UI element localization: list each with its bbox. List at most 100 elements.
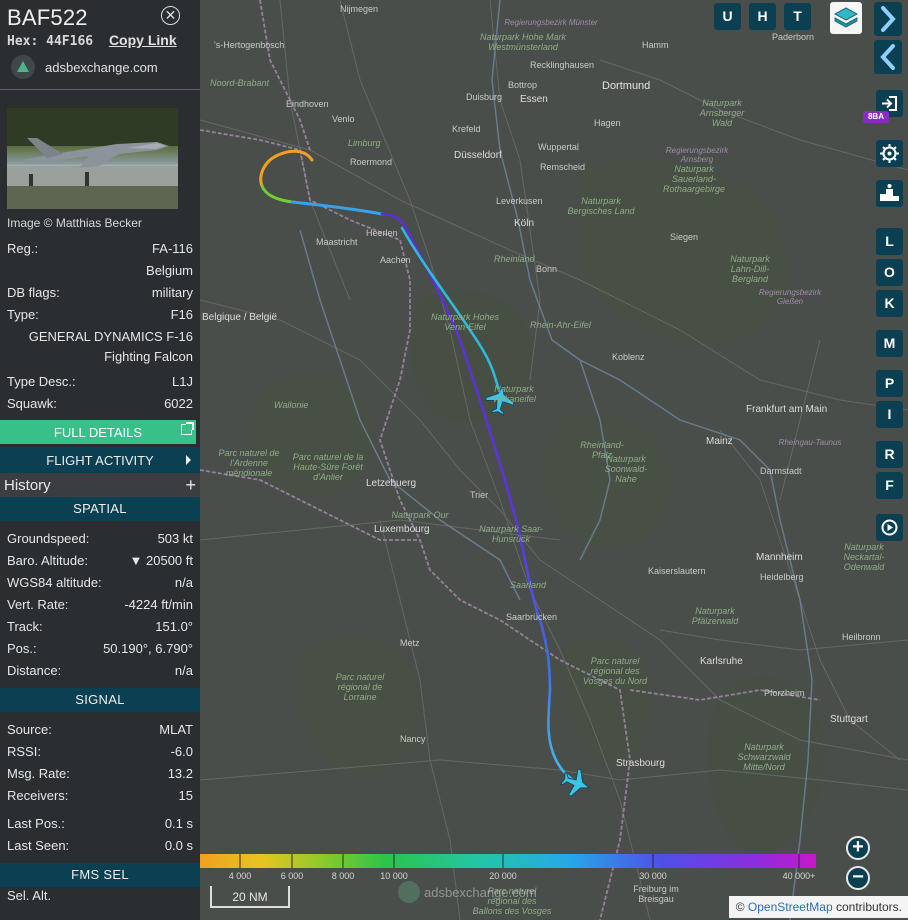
toggle-button-h[interactable]: H: [749, 3, 776, 30]
settings-button[interactable]: [876, 140, 903, 167]
altitude-legend-label: 6 000: [280, 871, 304, 881]
place-label: Saarland: [510, 580, 547, 590]
toggle-button-k[interactable]: K: [876, 290, 903, 317]
track-row: Track: 151.0°: [0, 615, 200, 637]
ranking-button[interactable]: [876, 180, 903, 207]
msg-rate-row: Msg. Rate: 13.2: [0, 762, 200, 784]
place-label: Letzebuerg: [366, 478, 417, 489]
place-label: Parc naturel de la Haute-Sûre Forêt d'An…: [292, 452, 364, 482]
place-label: Mainz: [706, 436, 733, 447]
place-label: Aachen: [380, 255, 411, 265]
openstreetmap-link[interactable]: OpenStreetMap: [748, 900, 833, 914]
watermark: adsbexchange.com: [398, 881, 537, 903]
position-row: Pos.: 50.190°, 6.790°: [0, 637, 200, 659]
receivers-row: Receivers: 15: [0, 784, 200, 806]
country-value: Belgium: [146, 262, 193, 278]
aircraft-photo[interactable]: [7, 108, 178, 209]
adsbx-logo-icon: [11, 55, 35, 79]
last-pos-row: Last Pos.: 0.1 s: [0, 812, 200, 834]
place-label: Nancy: [400, 734, 426, 744]
toggle-button-p[interactable]: P: [876, 370, 903, 397]
toggle-button-m[interactable]: M: [876, 330, 903, 357]
typedesc-value: L1J: [172, 373, 193, 389]
place-label: Pforzheim: [764, 688, 805, 698]
toggle-button-i[interactable]: I: [876, 401, 903, 428]
replay-icon: [881, 519, 898, 536]
spatial-section-header[interactable]: SPATIAL: [0, 497, 200, 521]
altitude-legend-label: 8 000: [331, 871, 355, 881]
position-label: Pos.:: [7, 640, 37, 656]
collapse-sidebar-button[interactable]: [874, 40, 902, 74]
copy-link-button[interactable]: Copy Link: [109, 32, 177, 48]
signal-section-header[interactable]: SIGNAL: [0, 688, 200, 712]
image-credit: Image © Matthias Becker: [7, 216, 142, 230]
last-seen-row: Last Seen: 0.0 s: [0, 834, 200, 856]
last-seen-value: 0.0 s: [164, 837, 193, 853]
place-label: Kaiserslautern: [648, 566, 706, 576]
expand-sidebar-button[interactable]: [874, 2, 902, 36]
chevron-right-icon: [881, 6, 896, 32]
toggle-button-o[interactable]: O: [876, 259, 903, 286]
distance-label: Distance:: [7, 662, 62, 678]
type-name-row-1: GENERAL DYNAMICS F-16: [0, 325, 200, 347]
place-label: Koblenz: [612, 352, 645, 362]
receivers-value: 15: [178, 787, 193, 803]
last-pos-label: Last Pos.:: [7, 815, 65, 831]
map-view[interactable]: Nijmegen 's-Hertogenbosch Noord-Brabant …: [200, 0, 908, 920]
track-value: 151.0°: [155, 618, 193, 634]
source-label: Source:: [7, 721, 52, 737]
place-label: Naturpark Arnsberger Wald: [699, 98, 745, 128]
wgs84-altitude-value: n/a: [174, 574, 193, 590]
history-toggle[interactable]: History +: [0, 473, 200, 497]
place-label: Naturpark Neckartal-Odenwald: [843, 542, 885, 572]
place-label: Naturpark Vulkaneifel: [492, 384, 536, 404]
place-label: Roermond: [350, 157, 393, 167]
fms-section-header[interactable]: FMS SEL: [0, 863, 200, 887]
replay-button[interactable]: [876, 514, 903, 541]
aircraft-info-panel: BAF522 ✕ Hex: 44F166 Copy Link adsbexcha…: [0, 0, 200, 920]
hex-label: Hex:: [7, 34, 39, 49]
toggle-button-t[interactable]: T: [784, 3, 811, 30]
place-label: Heilbronn: [842, 632, 881, 642]
zoom-in-button[interactable]: +: [846, 836, 870, 860]
typedesc-row: Type Desc.: L1J: [0, 370, 200, 392]
msg-rate-label: Msg. Rate:: [7, 765, 70, 781]
groundspeed-label: Groundspeed:: [7, 530, 90, 546]
full-details-button[interactable]: FULL DETAILS: [0, 420, 196, 444]
toggle-button-l[interactable]: L: [876, 228, 903, 255]
toggle-button-u[interactable]: U: [714, 3, 741, 30]
distance-row: Distance: n/a: [0, 659, 200, 681]
place-label: Dortmund: [602, 80, 651, 92]
attribution-prefix: ©: [735, 900, 745, 914]
close-icon[interactable]: ✕: [161, 6, 180, 25]
flight-activity-button[interactable]: FLIGHT ACTIVITY: [0, 447, 200, 473]
type-row: Type: F16: [0, 303, 200, 325]
place-label: Karlsruhe: [700, 656, 743, 667]
place-label: Belgique / België: [202, 312, 278, 323]
groundspeed-value: 503 kt: [157, 530, 193, 546]
receivers-label: Receivers:: [7, 787, 69, 803]
place-label: Rheinland: [494, 254, 535, 264]
zoom-out-button[interactable]: −: [846, 866, 870, 890]
place-label: Essen: [520, 94, 548, 105]
altitude-legend: 4 000 6 000 8 000 10 000 20 000 30 000 4…: [200, 854, 816, 881]
groundspeed-row: Groundspeed: 503 kt: [0, 527, 200, 549]
vert-rate-label: Vert. Rate:: [7, 596, 69, 612]
reg-row: Reg.: FA-116: [0, 237, 200, 259]
scale-bar: 20 NM: [210, 886, 290, 908]
place-label: Freiburg im Breisgau: [633, 884, 679, 904]
aircraft-details: Reg.: FA-116 Belgium DB flags: military …: [0, 237, 200, 414]
toggle-button-r[interactable]: R: [876, 441, 903, 468]
place-label: Recklinghausen: [530, 60, 595, 70]
hex-row: Hex: 44F166 Copy Link: [7, 32, 193, 49]
place-label: Köln: [514, 218, 535, 229]
chevron-right-icon: [186, 455, 191, 465]
place-label: Duisburg: [466, 92, 503, 102]
altitude-legend-label: 4 000: [228, 871, 252, 881]
site-link[interactable]: adsbexchange.com: [7, 55, 193, 79]
altitude-legend-label: 10 000: [380, 871, 408, 881]
toggle-button-f[interactable]: F: [876, 472, 903, 499]
place-label: Remscheid: [540, 162, 586, 172]
layers-button[interactable]: [830, 2, 862, 34]
place-label: Naturpark Sauerland-Rothaargebirge: [662, 164, 726, 194]
